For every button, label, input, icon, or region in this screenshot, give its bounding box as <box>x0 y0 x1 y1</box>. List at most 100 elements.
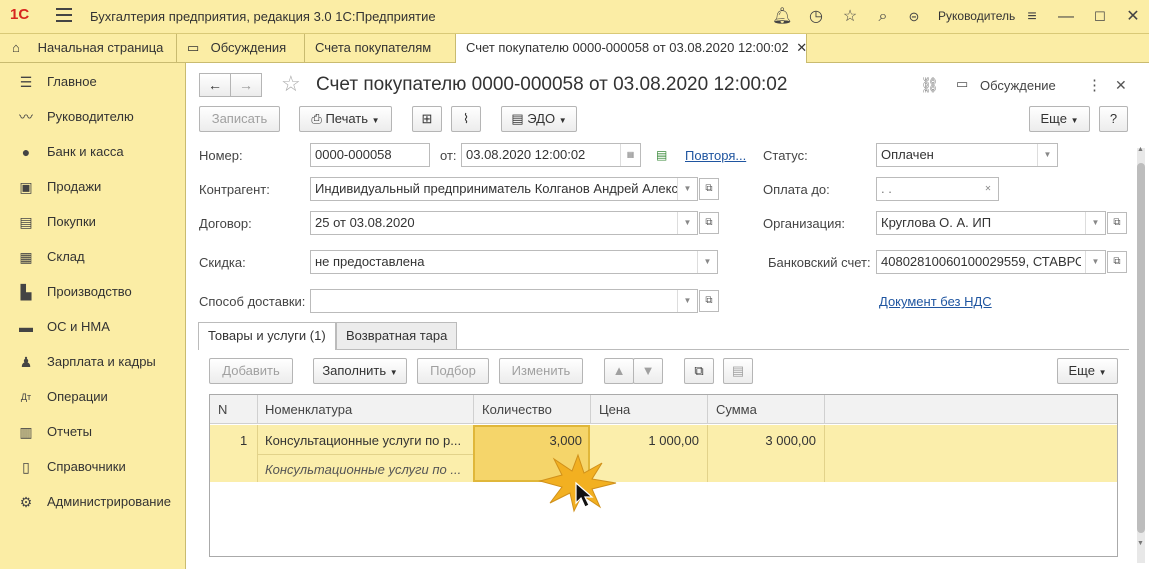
scroll-down-icon[interactable]: ▼ <box>1137 540 1144 547</box>
main-menu-icon[interactable] <box>56 8 72 22</box>
settings-menu-icon[interactable]: ≡ <box>1022 7 1042 27</box>
chevron-down-icon[interactable]: ▼ <box>677 290 697 312</box>
contract-field[interactable]: 25 от 03.08.2020 ▼ <box>310 211 698 235</box>
open-organization-icon[interactable]: ⧉ <box>1107 212 1127 234</box>
sidebar-item-operations[interactable]: Дт Операции <box>0 382 186 412</box>
sidebar-item-catalogs[interactable]: ▯ Справочники <box>0 452 186 482</box>
more-options-icon[interactable]: ⋮ <box>1087 76 1102 94</box>
save-button[interactable]: Записать <box>199 106 280 132</box>
maximize-icon[interactable]: ☐ <box>1090 7 1110 27</box>
bell-icon[interactable]: 🔔︎ <box>772 7 792 27</box>
sidebar-item-purchases[interactable]: ▤ Покупки <box>0 207 186 237</box>
clear-icon[interactable]: ✕ <box>978 178 998 200</box>
copy-rows-button[interactable]: ⧉ <box>684 358 714 384</box>
tab-goods-services[interactable]: Товары и услуги (1) <box>198 322 336 350</box>
row-content[interactable]: Консультационные услуги по ... <box>265 462 470 477</box>
status-label: Статус: <box>763 148 808 163</box>
chevron-down-icon[interactable]: ▼ <box>677 212 697 234</box>
add-button[interactable]: Добавить <box>209 358 293 384</box>
scroll-up-icon[interactable]: ▲ <box>1137 146 1144 153</box>
open-counterparty-icon[interactable]: ⧉ <box>699 178 719 200</box>
move-up-button[interactable]: ▲ <box>604 358 634 384</box>
column-header-sum[interactable]: Сумма <box>716 402 757 417</box>
chevron-down-icon[interactable]: ▼ <box>1085 251 1105 273</box>
user-name[interactable]: Руководитель <box>938 9 1015 23</box>
open-contract-icon[interactable]: ⧉ <box>699 212 719 234</box>
tab-invoice-current[interactable]: Счет покупателю 0000-000058 от 03.08.202… <box>456 34 807 64</box>
link-icon[interactable]: ⛓ <box>920 76 939 94</box>
edo-button[interactable]: ▤ ЭДО ▼ <box>501 106 577 132</box>
tab-invoices-list[interactable]: Счета покупателям <box>305 34 456 63</box>
tab-home[interactable]: ⌂ Начальная страница <box>0 34 177 63</box>
sidebar-item-production[interactable]: ▙ Производство <box>0 277 186 307</box>
print-button[interactable]: ⎙ Печать ▼ <box>299 106 392 132</box>
scrollbar-thumb[interactable] <box>1137 163 1145 533</box>
column-header-quantity[interactable]: Количество <box>482 402 552 417</box>
sidebar-item-director[interactable]: 〰 Руководителю <box>0 102 186 132</box>
chevron-down-icon[interactable]: ▼ <box>1085 212 1105 234</box>
arrow-right-icon: → <box>239 77 253 93</box>
row-nomenclature[interactable]: Консультационные услуги по р... <box>265 433 470 448</box>
search-icon[interactable]: ⌕ <box>873 7 893 27</box>
open-delivery-icon[interactable]: ⧉ <box>699 290 719 312</box>
repeat-link[interactable]: Повторя... <box>685 148 746 163</box>
structure-button[interactable]: ⊞ <box>412 106 442 132</box>
counterparty-field[interactable]: Индивидуальный предприниматель Колганов … <box>310 177 698 201</box>
minimize-icon[interactable]: — <box>1056 7 1076 27</box>
history-icon[interactable]: ◷ <box>806 7 826 27</box>
chevron-down-icon[interactable]: ▼ <box>1037 144 1057 166</box>
attach-button[interactable]: ⌇ <box>451 106 481 132</box>
table-more-button[interactable]: Еще ▼ <box>1057 358 1118 384</box>
column-header-nomenclature[interactable]: Номенклатура <box>265 402 352 417</box>
vat-link[interactable]: Документ без НДС <box>879 294 992 309</box>
favorites-star-icon[interactable]: ☆ <box>840 7 860 27</box>
user-icon[interactable]: ⊝ <box>904 7 924 27</box>
close-form-icon[interactable]: ✕ <box>1115 77 1127 94</box>
printer-icon: ⎙ <box>311 111 322 126</box>
sidebar-item-warehouse[interactable]: ▦ Склад <box>0 242 186 272</box>
organization-field[interactable]: Круглова О. А. ИП ▼ <box>876 211 1106 235</box>
paste-rows-button[interactable]: ▤ <box>723 358 753 384</box>
forward-button[interactable]: → <box>230 73 262 97</box>
column-header-price[interactable]: Цена <box>599 402 630 417</box>
close-tab-icon[interactable]: ✕ <box>796 40 807 55</box>
row-price[interactable]: 1 000,00 <box>590 433 699 448</box>
select-button[interactable]: Подбор <box>417 358 489 384</box>
pay-until-field[interactable]: . . ✕ <box>876 177 999 201</box>
favorite-star-icon[interactable]: ☆ <box>281 71 301 97</box>
row-sum[interactable]: 3 000,00 <box>707 433 816 448</box>
discount-select[interactable]: не предоставлена ▼ <box>310 250 718 274</box>
sidebar-item-bank-cash[interactable]: ● Банк и касса <box>0 137 186 167</box>
calendar-icon[interactable]: ▦ <box>620 144 640 166</box>
title-bar: 1С Бухгалтерия предприятия, редакция 3.0… <box>0 0 1149 34</box>
table-row[interactable]: 1 Консультационные услуги по р... Консул… <box>210 425 1117 482</box>
date-field[interactable]: 03.08.2020 12:00:02 ▦ <box>461 143 641 167</box>
help-button[interactable]: ? <box>1099 106 1128 132</box>
number-field[interactable]: 0000-000058 <box>310 143 430 167</box>
chevron-down-icon[interactable]: ▼ <box>697 251 717 273</box>
arrow-left-icon: ← <box>208 77 222 93</box>
discussion-link[interactable]: Обсуждение <box>980 78 1056 93</box>
sidebar-item-sales[interactable]: ▣ Продажи <box>0 172 186 202</box>
discussion-icon[interactable]: ▭ <box>956 76 968 92</box>
tab-discussions[interactable]: ▭ Обсуждения <box>177 34 305 63</box>
sidebar-item-fixed-assets[interactable]: ▬ ОС и НМА <box>0 312 186 342</box>
tab-returnable-packaging[interactable]: Возвратная тара <box>336 322 458 349</box>
sidebar-item-reports[interactable]: ▥ Отчеты <box>0 417 186 447</box>
chevron-down-icon[interactable]: ▼ <box>677 178 697 200</box>
sidebar-item-payroll[interactable]: ♟ Зарплата и кадры <box>0 347 186 377</box>
bank-account-field[interactable]: 40802810060100029559, СТАВРОПОЛЬ▼ <box>876 250 1106 274</box>
sidebar-item-administration[interactable]: ⚙ Администрирование <box>0 487 186 517</box>
close-window-icon[interactable]: ✕ <box>1123 7 1143 27</box>
row-quantity[interactable]: 3,000 <box>473 433 582 448</box>
back-button[interactable]: ← <box>199 73 231 97</box>
status-select[interactable]: Оплачен ▼ <box>876 143 1058 167</box>
fill-button[interactable]: Заполнить ▼ <box>313 358 407 384</box>
change-button[interactable]: Изменить <box>499 358 583 384</box>
move-down-button[interactable]: ▼ <box>633 358 663 384</box>
open-bank-account-icon[interactable]: ⧉ <box>1107 251 1127 273</box>
sidebar-item-main[interactable]: ☰ Главное <box>0 67 186 97</box>
more-button[interactable]: Еще ▼ <box>1029 106 1090 132</box>
column-header-n[interactable]: N <box>218 402 227 417</box>
delivery-field[interactable]: ▼ <box>310 289 698 313</box>
